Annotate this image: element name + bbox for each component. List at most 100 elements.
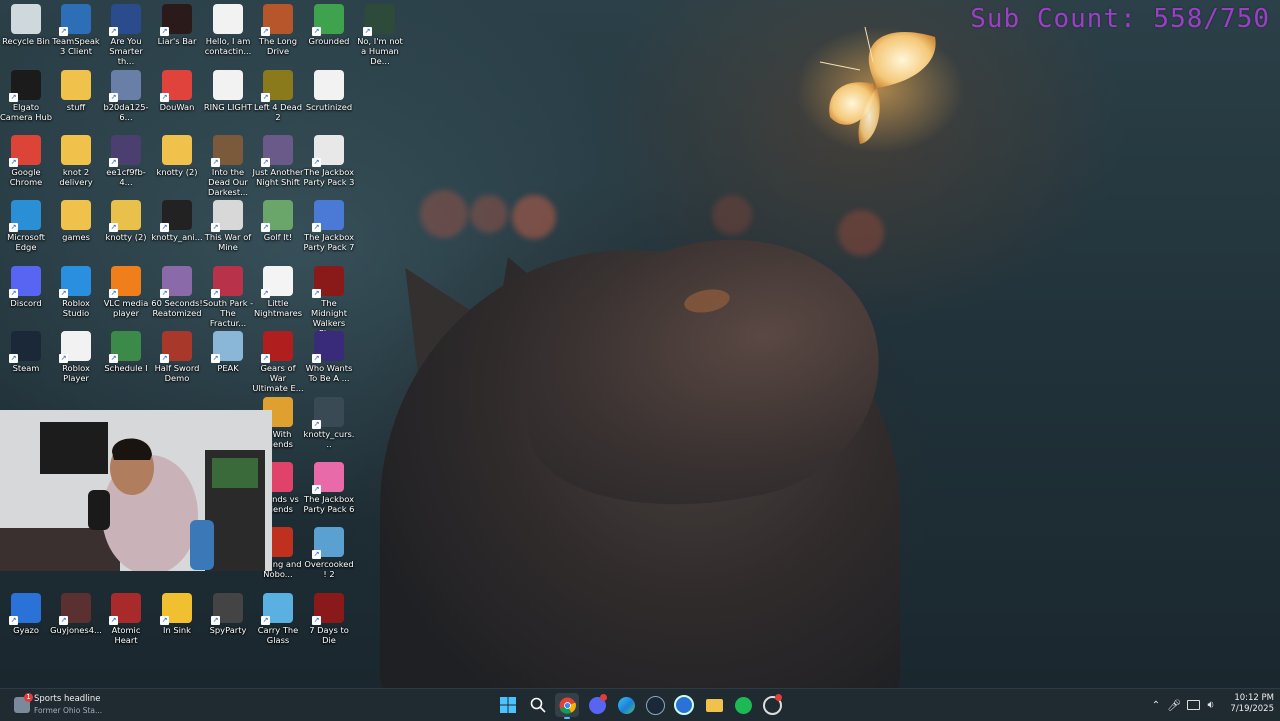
- microphone-icon[interactable]: 🎤︎: [1164, 699, 1184, 712]
- desktop-icon[interactable]: ↗ This War of Mine: [202, 196, 254, 258]
- desktop-icon[interactable]: ↗ Who Wants To Be A ...: [303, 327, 355, 389]
- desktop-icon[interactable]: ↗ knotty_curs...: [303, 393, 355, 455]
- desktop-icon[interactable]: ↗ Schedule I: [100, 327, 152, 389]
- shortcut-arrow-icon: ↗: [312, 354, 321, 363]
- sub-count-overlay: Sub Count: 558/750: [970, 4, 1270, 34]
- chevron-up-icon[interactable]: ⌃: [1148, 700, 1164, 711]
- desktop-icon[interactable]: ↗ Elgato Camera Hub: [0, 66, 52, 128]
- shortcut-arrow-icon: ↗: [363, 27, 372, 36]
- desktop-icon[interactable]: ↗ Google Chrome: [0, 131, 52, 193]
- desktop-icon[interactable]: ↗ Little Nightmares: [252, 262, 304, 324]
- desktop-icon[interactable]: ↗ South Park - The Fractur...: [202, 262, 254, 328]
- desktop-icon-label: knotty_ani...: [151, 232, 203, 242]
- desktop-icon[interactable]: ↗ Roblox Player: [50, 327, 102, 389]
- taskbar-chrome[interactable]: [555, 693, 579, 719]
- desktop-icon-label: VLC media player: [103, 298, 149, 318]
- game-icon: ↗: [261, 135, 293, 167]
- vlc-icon: ↗: [109, 266, 141, 298]
- desktop-icon[interactable]: ↗ The Jackbox Party Pack 6: [303, 458, 355, 520]
- gyazo-icon: ↗: [9, 593, 41, 625]
- volume-icon[interactable]: 🔉︎: [1202, 698, 1220, 712]
- desktop-icon-label: stuff: [66, 102, 86, 112]
- desktop-icon-label: The Jackbox Party Pack 7: [303, 232, 355, 252]
- desktop-icon[interactable]: knot 2 delivery: [50, 131, 102, 193]
- desktop-icon[interactable]: ↗ 60 Seconds! Reatomized: [151, 262, 203, 324]
- shortcut-arrow-icon: ↗: [9, 354, 18, 363]
- taskbar-app-2[interactable]: [760, 693, 784, 717]
- desktop-icon[interactable]: ↗ VLC media player: [100, 262, 152, 324]
- desktop-icon[interactable]: ↗ In Sink: [151, 589, 203, 651]
- steam-icon: [645, 695, 665, 715]
- desktop-icon[interactable]: ↗ Overcooked! 2: [303, 523, 355, 585]
- shortcut-arrow-icon: ↗: [211, 354, 220, 363]
- start-button[interactable]: [496, 693, 520, 717]
- desktop-icon[interactable]: ↗ Steam: [0, 327, 52, 389]
- desktop-icon[interactable]: ↗ Half Sword Demo: [151, 327, 203, 389]
- desktop-icon[interactable]: stuff: [50, 66, 102, 128]
- desktop-icon[interactable]: ↗ knotty (2): [100, 196, 152, 258]
- taskbar-spotify[interactable]: [731, 693, 755, 717]
- desktop-icon[interactable]: ↗ DouWan: [151, 66, 203, 128]
- desktop-icon[interactable]: ↗ Atomic Heart: [100, 589, 152, 651]
- taskbar-file-explorer[interactable]: [702, 693, 726, 717]
- desktop-icon[interactable]: ↗ Microsoft Edge: [0, 196, 52, 258]
- desktop-icon[interactable]: RING LIGHT: [202, 66, 254, 128]
- taskbar-app[interactable]: [672, 693, 696, 717]
- desktop-icon[interactable]: ↗ Left 4 Dead 2: [252, 66, 304, 128]
- notification-dot: [600, 694, 607, 701]
- desktop-icon[interactable]: ↗ The Jackbox Party Pack 7: [303, 196, 355, 258]
- desktop-icon-label: Recycle Bin: [2, 36, 50, 46]
- desktop-icon[interactable]: Scrutinized: [303, 66, 355, 128]
- shortcut-arrow-icon: ↗: [9, 93, 18, 102]
- desktop-icon[interactable]: ↗ The Long Drive: [252, 0, 304, 62]
- desktop-icon-label: Guyjones4...: [50, 625, 102, 635]
- desktop-icon[interactable]: ↗ Gyazo: [0, 589, 52, 651]
- desktop-icon-label: The Jackbox Party Pack 6: [303, 494, 355, 514]
- desktop-icon[interactable]: ↗ The Jackbox Party Pack 3: [303, 131, 355, 193]
- desktop-icon[interactable]: ↗ ee1cf9fb-4...: [100, 131, 152, 193]
- document-icon: [314, 70, 344, 100]
- desktop-icon[interactable]: ↗ knotty_ani...: [151, 196, 203, 258]
- desktop-icon[interactable]: ↗ PEAK: [202, 327, 254, 389]
- shortcut-arrow-icon: ↗: [312, 223, 321, 232]
- desktop-icon[interactable]: ↗ Golf It!: [252, 196, 304, 258]
- desktop-icon[interactable]: ↗ b20da125-6...: [100, 66, 152, 128]
- desktop-icon[interactable]: games: [50, 196, 102, 258]
- taskbar-discord[interactable]: [585, 693, 609, 717]
- desktop-icon[interactable]: ↗ Grounded: [303, 0, 355, 62]
- desktop-icon[interactable]: ↗ Liar's Bar: [151, 0, 203, 62]
- desktop-icon[interactable]: ↗ Gears of War Ultimate E...: [252, 327, 304, 393]
- taskbar-edge[interactable]: [614, 693, 638, 717]
- news-widget-subtitle: Former Ohio Sta...: [34, 706, 103, 715]
- taskbar-search-button[interactable]: [526, 693, 550, 717]
- desktop-icon[interactable]: ↗ Just Another Night Shift: [252, 131, 304, 193]
- desktop-icon[interactable]: ↗The Midnight Walkers Pla...: [303, 262, 355, 338]
- desktop-icon-label: Liar's Bar: [157, 36, 197, 46]
- clock[interactable]: 10:12 PM 7/19/2025: [1222, 693, 1274, 715]
- network-icon[interactable]: [1184, 700, 1202, 710]
- desktop-icon[interactable]: ↗ SpyParty: [202, 589, 254, 651]
- desktop-icon-label: Gears of War Ultimate E...: [252, 363, 304, 393]
- taskbar-steam[interactable]: [643, 693, 667, 717]
- desktop-icon[interactable]: ↗ TeamSpeak 3 Client: [50, 0, 102, 62]
- desktop-icon[interactable]: ↗ Discord: [0, 262, 52, 324]
- desktop: Sub Count: 558/750 Recycle Bin ↗ TeamSpeak…: [0, 0, 1280, 688]
- desktop-icon[interactable]: ↗ Guyjones4...: [50, 589, 102, 651]
- game-icon: ↗: [261, 200, 293, 232]
- desktop-icon[interactable]: ↗ No, I'm not a Human De...: [354, 0, 406, 66]
- desktop-icon[interactable]: ↗ Carry The Glass: [252, 589, 304, 651]
- game-icon: ↗: [312, 527, 344, 559]
- desktop-icon[interactable]: ↗ Into the Dead Our Darkest...: [202, 131, 254, 197]
- shortcut-arrow-icon: ↗: [160, 223, 169, 232]
- notification-dot: [775, 694, 782, 701]
- desktop-icon[interactable]: Recycle Bin: [0, 0, 52, 62]
- desktop-icon[interactable]: ↗ Roblox Studio: [50, 262, 102, 324]
- desktop-icon[interactable]: ↗ 7 Days to Die: [303, 589, 355, 651]
- edge-icon: [617, 696, 635, 714]
- shortcut-arrow-icon: ↗: [160, 289, 169, 298]
- desktop-icon[interactable]: Hello, I am contactin...: [202, 0, 254, 62]
- shortcut-arrow-icon: ↗: [261, 158, 270, 167]
- desktop-icon[interactable]: knotty (2): [151, 131, 203, 193]
- desktop-icon[interactable]: ↗ Are You Smarter th...: [100, 0, 152, 66]
- news-widget[interactable]: 1 Sports headline Former Ohio Sta...: [10, 691, 130, 719]
